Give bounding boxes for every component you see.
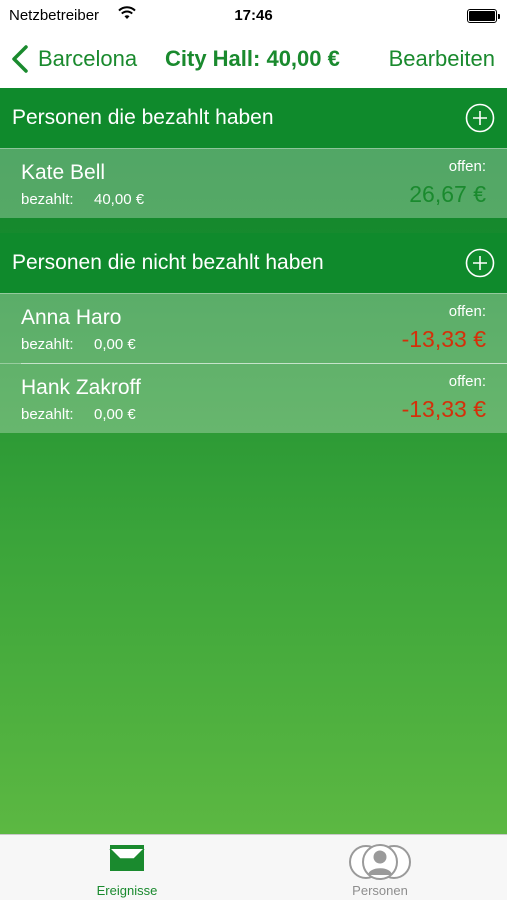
open-label: offen: <box>448 303 486 320</box>
person-name: Hank Zakroff <box>21 376 141 399</box>
open-amount: 26,67 € <box>409 181 486 207</box>
edit-button[interactable]: Bearbeiten <box>389 46 495 72</box>
content-area: Personen die bezahlt haben Kate Bell bez… <box>0 88 507 834</box>
chevron-left-icon <box>12 45 28 73</box>
section-header-paid: Personen die bezahlt haben <box>0 88 507 148</box>
back-button[interactable]: Barcelona <box>8 44 137 74</box>
paid-amount: 0,00 € <box>94 336 136 353</box>
section-header-unpaid: Personen die nicht bezahlt haben <box>0 233 507 293</box>
person-row-kate-bell[interactable]: Kate Bell bezahlt: 40,00 € offen: 26,67 … <box>0 148 507 218</box>
paid-amount: 0,00 € <box>94 406 136 423</box>
person-name: Anna Haro <box>21 306 122 329</box>
open-amount: -13,33 € <box>401 396 486 422</box>
battery-icon <box>467 9 500 23</box>
inbox-tray-icon <box>109 845 145 871</box>
person-row-hank-zakroff[interactable]: Hank Zakroff bezahlt: 0,00 € offen: -13,… <box>0 363 507 433</box>
tab-bar: Ereignisse Personen <box>0 834 507 900</box>
section-title-unpaid: Personen die nicht bezahlt haben <box>12 251 324 274</box>
tab-personen[interactable]: Personen <box>253 835 507 900</box>
people-group-icon <box>349 844 411 880</box>
paid-amount: 40,00 € <box>94 191 145 208</box>
paid-label: bezahlt: <box>21 336 74 353</box>
person-name: Kate Bell <box>21 161 106 184</box>
person-row-anna-haro[interactable]: Anna Haro bezahlt: 0,00 € offen: -13,33 … <box>0 293 507 363</box>
clock-time: 17:46 <box>234 7 273 24</box>
paid-label: bezahlt: <box>21 191 74 208</box>
open-label: offen: <box>448 373 486 390</box>
tab-label: Personen <box>352 883 408 898</box>
page-title: City Hall: 40,00 € <box>165 46 340 71</box>
add-paid-person-plus-icon[interactable] <box>465 103 495 133</box>
open-amount: -13,33 € <box>401 326 486 352</box>
tab-label: Ereignisse <box>96 883 158 898</box>
open-label: offen: <box>448 158 486 175</box>
back-button-label: Barcelona <box>38 46 138 71</box>
navigation-bar: Barcelona City Hall: 40,00 € Bearbeiten <box>0 32 507 88</box>
paid-label: bezahlt: <box>21 406 74 423</box>
add-unpaid-person-plus-icon[interactable] <box>465 248 495 278</box>
tab-ereignisse[interactable]: Ereignisse <box>0 835 254 900</box>
section-title-paid: Personen die bezahlt haben <box>12 106 274 129</box>
status-bar: Netzbetreiber 17:46 <box>0 0 507 32</box>
